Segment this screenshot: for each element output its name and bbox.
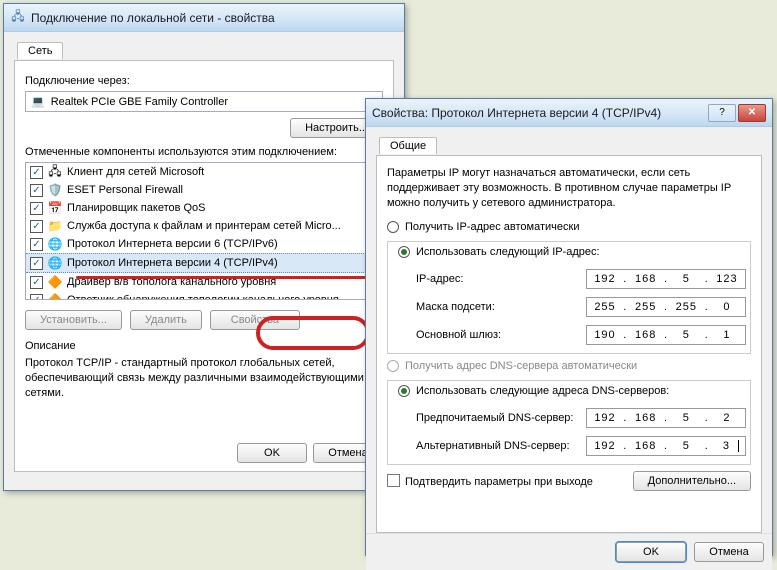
confirm-label: Подтвердить параметры при выходе <box>405 476 593 488</box>
gateway-label: Основной шлюз: <box>416 329 586 341</box>
tab-general[interactable]: Общие <box>379 137 437 154</box>
radio-auto-ip[interactable] <box>387 221 399 233</box>
ip-label: IP-адрес: <box>416 273 586 285</box>
checkbox-icon[interactable]: ✓ <box>30 257 43 270</box>
item-label: Планировщик пакетов QoS <box>67 202 206 214</box>
radio-use-dns-label: Использовать следующие адреса DNS-сервер… <box>416 385 669 397</box>
annotation-underline <box>76 276 366 279</box>
window-title: Свойства: Протокол Интернета версии 4 (T… <box>372 106 708 120</box>
subnet-mask-input[interactable]: 255.255.255.0 <box>586 297 746 317</box>
client-icon: 🖧 <box>47 164 63 180</box>
radio-use-ip[interactable] <box>398 246 410 258</box>
item-label: ESET Personal Firewall <box>67 184 183 196</box>
firewall-icon: 🛡️ <box>47 182 63 198</box>
cancel-button[interactable]: Отмена <box>694 542 764 562</box>
fileshare-icon: 📁 <box>47 218 63 234</box>
radio-auto-ip-label: Получить IP-адрес автоматически <box>405 221 579 233</box>
checkbox-icon[interactable]: ✓ <box>30 184 43 197</box>
item-label: Протокол Интернета версии 6 (TCP/IPv6) <box>67 238 278 250</box>
ipv4-icon: 🌐 <box>47 255 63 271</box>
close-button[interactable]: ✕ <box>738 104 766 122</box>
adapter-name: Realtek PCIe GBE Family Controller <box>51 96 228 108</box>
preferred-dns-input[interactable]: 192.168.5.2 <box>586 408 746 428</box>
ipv6-icon: 🌐 <box>47 236 63 252</box>
checkbox-icon[interactable] <box>387 474 400 487</box>
radio-auto-dns <box>387 360 399 372</box>
ok-button[interactable]: OK <box>616 542 686 562</box>
lan-properties-window: 🖧 Подключение по локальной сети - свойст… <box>3 3 405 491</box>
components-label: Отмеченные компоненты используются этим … <box>25 146 383 158</box>
connect-through-label: Подключение через: <box>25 75 383 87</box>
topology-icon: 🔶 <box>47 274 63 290</box>
mask-label: Маска подсети: <box>416 301 586 313</box>
checkbox-icon[interactable]: ✓ <box>30 276 43 289</box>
install-button[interactable]: Установить... <box>25 310 122 330</box>
network-icon: 🖧 <box>10 10 26 26</box>
radio-use-ip-label: Использовать следующий IP-адрес: <box>416 246 600 258</box>
qos-icon: 📅 <box>47 200 63 216</box>
radio-auto-dns-label: Получить адрес DNS-сервера автоматически <box>405 360 637 372</box>
remove-button[interactable]: Удалить <box>130 310 202 330</box>
alternate-dns-input[interactable]: 192.168.5.3 <box>586 436 746 456</box>
item-label: Ответчик обнаружения топологии канальног… <box>67 294 339 300</box>
help-button[interactable]: ? <box>708 104 736 122</box>
topology-icon: 🔶 <box>47 292 63 300</box>
checkbox-icon[interactable]: ✓ <box>30 220 43 233</box>
item-label: Клиент для сетей Microsoft <box>67 166 204 178</box>
components-list[interactable]: ✓ 🖧 Клиент для сетей Microsoft ✓ 🛡️ ESET Per… <box>25 162 383 300</box>
list-item-selected[interactable]: ✓ 🌐 Протокол Интернета версии 4 (TCP/IPv4) <box>26 253 382 273</box>
item-label: Служба доступа к файлам и принтерам сете… <box>67 220 341 232</box>
checkbox-icon[interactable]: ✓ <box>30 294 43 301</box>
adapter-icon: 💻 <box>31 95 45 108</box>
description-heading: Описание <box>25 340 383 352</box>
titlebar[interactable]: Свойства: Протокол Интернета версии 4 (T… <box>366 99 772 127</box>
gateway-input[interactable]: 190.168.5.1 <box>586 325 746 345</box>
checkbox-icon[interactable]: ✓ <box>30 202 43 215</box>
tab-network[interactable]: Сеть <box>17 42 63 59</box>
checkbox-icon[interactable]: ✓ <box>30 238 43 251</box>
list-item[interactable]: ✓ 🔶 Ответчик обнаружения топологии канальн… <box>26 291 382 300</box>
ipv4-properties-window: Свойства: Протокол Интернета версии 4 (T… <box>365 98 773 556</box>
ok-button[interactable]: OK <box>237 443 307 463</box>
advanced-button[interactable]: Дополнительно... <box>633 471 751 491</box>
window-title: Подключение по локальной сети - свойства <box>31 11 398 25</box>
checkbox-icon[interactable]: ✓ <box>30 166 43 179</box>
adapter-field: 💻 Realtek PCIe GBE Family Controller <box>25 91 383 112</box>
list-item[interactable]: ✓ 🖧 Клиент для сетей Microsoft <box>26 163 382 181</box>
radio-use-dns[interactable] <box>398 385 410 397</box>
list-item[interactable]: ✓ 🛡️ ESET Personal Firewall <box>26 181 382 199</box>
description-text: Протокол TCP/IP - стандартный протокол г… <box>25 356 383 401</box>
titlebar[interactable]: 🖧 Подключение по локальной сети - свойст… <box>4 4 404 32</box>
list-item[interactable]: ✓ 📅 Планировщик пакетов QoS <box>26 199 382 217</box>
dns1-label: Предпочитаемый DNS-сервер: <box>416 412 586 424</box>
intro-text: Параметры IP могут назначаться автоматич… <box>387 166 751 211</box>
list-item[interactable]: ✓ 🌐 Протокол Интернета версии 6 (TCP/IPv6) <box>26 235 382 253</box>
ip-address-input[interactable]: 192.168.5.123 <box>586 269 746 289</box>
item-label: Протокол Интернета версии 4 (TCP/IPv4) <box>67 257 278 269</box>
dns2-label: Альтернативный DNS-сервер: <box>416 440 586 452</box>
list-item[interactable]: ✓ 📁 Служба доступа к файлам и принтерам се… <box>26 217 382 235</box>
confirm-on-exit[interactable]: Подтвердить параметры при выходе <box>387 474 593 488</box>
properties-button[interactable]: Свойства <box>210 310 300 330</box>
